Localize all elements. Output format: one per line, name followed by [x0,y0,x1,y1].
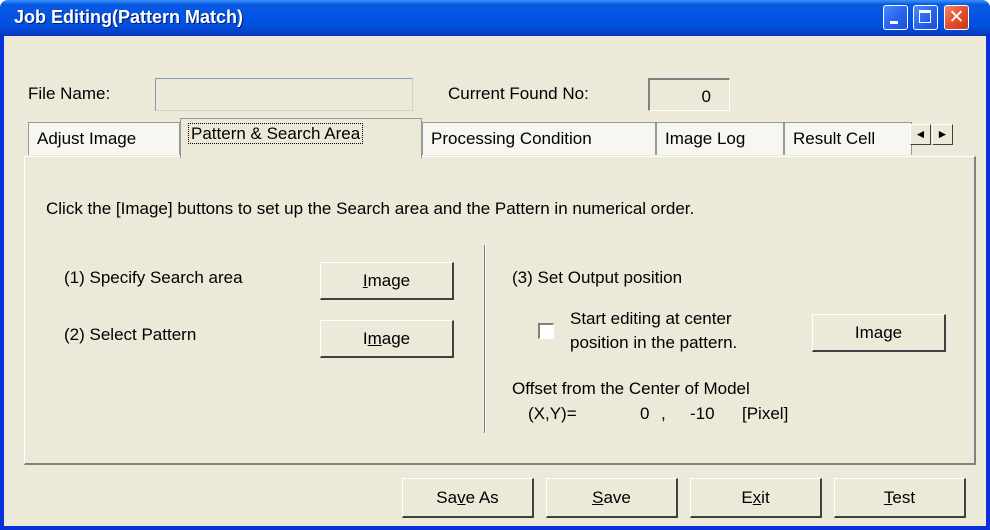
window-title: Job Editing(Pattern Match) [14,7,243,27]
maximize-icon [919,10,931,23]
tab-label: Pattern & Search Area [187,123,364,144]
offset-y-value: -10 [690,404,715,423]
tab-adjust-image[interactable]: Adjust Image [28,122,180,155]
tab-label: Adjust Image [37,129,137,148]
tab-label: Processing Condition [431,129,592,148]
chevron-right-icon: ► [936,127,949,141]
current-found-value: 0 [701,87,711,106]
maximize-button[interactable] [913,5,938,30]
current-found-field: 0 [648,78,730,111]
file-name-field[interactable] [155,78,413,111]
close-button[interactable]: ✕ [944,5,969,30]
step2-label: (2) Select Pattern [64,325,197,344]
current-found-label: Current Found No: [448,84,589,103]
search-area-image-button[interactable]: Image [320,262,454,300]
step3-label: (3) Set Output position [512,268,683,287]
minimize-button[interactable] [883,5,908,30]
pattern-image-button[interactable]: Image [320,320,454,358]
chevron-left-icon: ◄ [914,127,927,141]
offset-unit: [Pixel] [742,404,789,423]
close-icon: ✕ [948,6,965,28]
test-button[interactable]: Test [834,478,966,518]
step1-label: (1) Specify Search area [64,268,243,287]
tab-image-log[interactable]: Image Log [656,122,784,155]
instruction-text: Click the [Image] buttons to set up the … [46,199,695,218]
save-button[interactable]: Save [546,478,678,518]
center-position-checkbox[interactable] [538,323,554,339]
checkbox-label-line2: position in the pattern. [570,333,738,352]
tab-scroll-right-button[interactable]: ► [932,124,953,145]
save-as-button[interactable]: Save As [402,478,534,518]
file-name-label: File Name: [28,84,111,103]
tab-label: Image Log [665,129,746,148]
offset-x-value: 0 [640,404,650,423]
tab-result-cell[interactable]: Result Cell [784,122,912,155]
tab-processing-condition[interactable]: Processing Condition [422,122,656,155]
output-position-image-button[interactable]: Image [812,314,946,352]
offset-xy-label: (X,Y)= [528,404,577,423]
tab-label: Result Cell [793,129,876,148]
panel-divider [484,245,486,433]
offset-label: Offset from the Center of Model [512,379,750,398]
title-bar[interactable]: Job Editing(Pattern Match) ✕ [0,0,990,36]
tab-pattern-search-area[interactable]: Pattern & Search Area [180,118,422,158]
offset-separator: , [661,404,666,423]
exit-button[interactable]: Exit [690,478,822,518]
tab-scroll-left-button[interactable]: ◄ [910,124,931,145]
checkbox-label-line1: Start editing at center [570,309,732,328]
minimize-icon [890,21,898,24]
